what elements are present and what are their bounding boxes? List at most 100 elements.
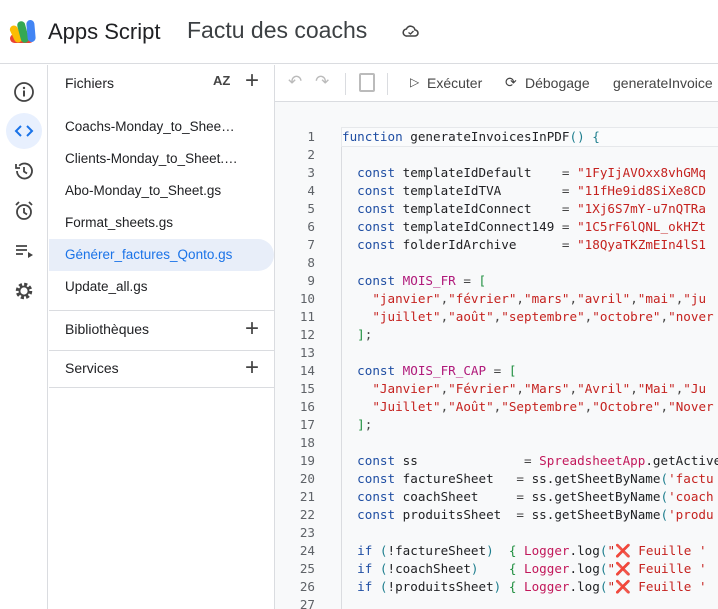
code-token: 'coach [668,489,714,504]
code-token: "1C5rF6lQNL_okHZt [577,219,706,234]
code-line[interactable]: 1 function generateInvoicesInPDF() { [275,128,718,146]
code-line[interactable]: 25 if (!coachSheet) { Logger.log("❌ Feui… [275,560,718,578]
code-token: "1FyIjAVOxx8vhGMq [577,165,706,180]
code-line[interactable]: 20 const factureSheet = ss.getSheetByNam… [275,470,718,488]
code-line[interactable]: 12 ]; [275,326,718,344]
code-token: const [342,165,403,180]
sort-az-icon[interactable]: AZ [213,73,230,88]
code-line[interactable]: 2 [275,146,718,164]
code-token: ss [402,453,524,468]
file-item[interactable]: Format_sheets.gs [49,207,274,239]
save-icon[interactable] [359,73,375,92]
executions-button[interactable] [6,153,42,189]
code-line[interactable]: 22 const produitsSheet = ss.getSheetByNa… [275,506,718,524]
code-token: Logger [524,543,570,558]
code-line[interactable]: 17 ]; [275,416,718,434]
code-token: templateIdDefault [402,165,562,180]
project-outline-button[interactable] [6,233,42,269]
code-line[interactable]: 9 const MOIS_FR = [ [275,272,718,290]
function-select[interactable]: generateInvoice [613,75,713,91]
code-line[interactable]: 15 "Janvier","Février","Mars","Avril","M… [275,380,718,398]
code-token: , [660,309,669,324]
line-number: 23 [299,525,315,540]
code-line[interactable]: 23 [275,524,718,542]
code-text: const templateIdDefault = "1FyIjAVOxx8vh… [342,164,706,182]
code-token: { [508,561,525,576]
code-token: "Ju [683,381,707,396]
file-item-selected[interactable]: Générer_factures_Qonto.gs [49,239,274,271]
run-button[interactable]: Exécuter [427,75,482,91]
code-line[interactable]: 11 "juillet","août","septembre","octobre… [275,308,718,326]
code-text: ]; [342,416,372,434]
code-lines[interactable]: 1 function generateInvoicesInPDF() {2 3 co… [275,128,718,609]
cloud-saved-icon[interactable] [402,22,420,40]
code-token: coachSheet [402,489,517,504]
settings-button[interactable] [6,273,42,309]
services-section[interactable]: Services [65,360,119,376]
code-line[interactable]: 24 if (!factureSheet) { Logger.log("❌ Fe… [275,542,718,560]
file-item[interactable]: Update_all.gs [49,271,274,303]
code-token: { [508,579,525,594]
line-number: 26 [299,579,315,594]
line-number: 17 [299,417,315,432]
line-number: 13 [299,345,315,360]
code-token: [ [508,363,517,378]
code-line[interactable]: 4 const templateIdTVA = "11fHe9id8SiXe8C… [275,182,718,200]
divider [387,73,388,95]
code-line[interactable]: 5 const templateIdConnect = "1Xj6S7mY-u7… [275,200,718,218]
line-number: 4 [307,183,315,198]
add-file-button[interactable]: + [245,69,259,93]
code-line[interactable]: 21 const coachSheet = ss.getSheetByName(… [275,488,718,506]
undo-icon[interactable]: ↶ [288,72,302,92]
editor-button[interactable] [6,113,42,149]
triggers-button[interactable] [6,193,42,229]
add-service-button[interactable]: + [245,356,259,380]
code-line[interactable]: 13 [275,344,718,362]
code-token: ) [493,579,509,594]
code-token: "Mai" [637,381,676,396]
code-token: = [516,471,532,486]
code-editor[interactable]: 1 function generateInvoicesInPDF() {2 3 co… [275,102,718,609]
code-line[interactable]: 27 [275,596,718,609]
code-line[interactable]: 26 if (!produitsSheet) { Logger.log("❌ F… [275,578,718,596]
debug-button[interactable]: Débogage [525,75,590,91]
line-number: 5 [307,201,315,216]
project-title[interactable]: Factu des coachs [187,17,367,44]
code-line[interactable]: 19 const ss = SpreadsheetApp.getActive [275,452,718,470]
code-line[interactable]: 10 "janvier","février","mars","avril","m… [275,290,718,308]
code-line[interactable]: 18 [275,434,718,452]
code-token: = [516,489,532,504]
apps-script-logo-icon [9,20,36,43]
code-token: , [569,291,578,306]
code-token: ss.getSheetByName [531,489,661,504]
code-text: const MOIS_FR_CAP = [ [342,362,516,380]
file-item[interactable]: Coachs-Monday_to_Sheet.... [49,111,274,143]
code-line[interactable]: 7 const folderIdArchive = "18QyaTKZmEIn4… [275,236,718,254]
add-library-button[interactable]: + [245,317,259,341]
divider [49,350,274,351]
code-token: 'factu [668,471,714,486]
code-text: const templateIdTVA = "11fHe9id8SiXe8CD [342,182,706,200]
code-line[interactable]: 16 "Juillet","Août","Septembre","Octobre… [275,398,718,416]
code-line[interactable]: 14 const MOIS_FR_CAP = [ [275,362,718,380]
code-line[interactable]: 8 [275,254,718,272]
code-token: () [569,129,593,144]
code-token: const [342,273,403,288]
code-token: "juillet" [342,309,441,324]
code-token: "août" [448,309,494,324]
code-token: "Septembre" [501,399,585,414]
overview-button[interactable] [6,74,42,110]
file-item[interactable]: Clients-Monday_to_Sheet.gs [49,143,274,175]
editor-toolbar: ↶ ↷ ▷ Exécuter ⟳ Débogage generateInvoic… [275,65,718,102]
debug-icon: ⟳ [505,74,517,90]
file-item[interactable]: Abo-Monday_to_Sheet.gs [49,175,274,207]
code-token: const [342,453,403,468]
code-token: "Août" [448,399,494,414]
libraries-section[interactable]: Bibliothèques [65,321,149,337]
code-token: MOIS_FR_CAP [402,363,494,378]
code-line[interactable]: 3 const templateIdDefault = "1FyIjAVOxx8… [275,164,718,182]
code-token: const [342,507,403,522]
code-token: , [569,381,578,396]
code-line[interactable]: 6 const templateIdConnect149 = "1C5rF6lQ… [275,218,718,236]
redo-icon[interactable]: ↷ [315,72,329,92]
